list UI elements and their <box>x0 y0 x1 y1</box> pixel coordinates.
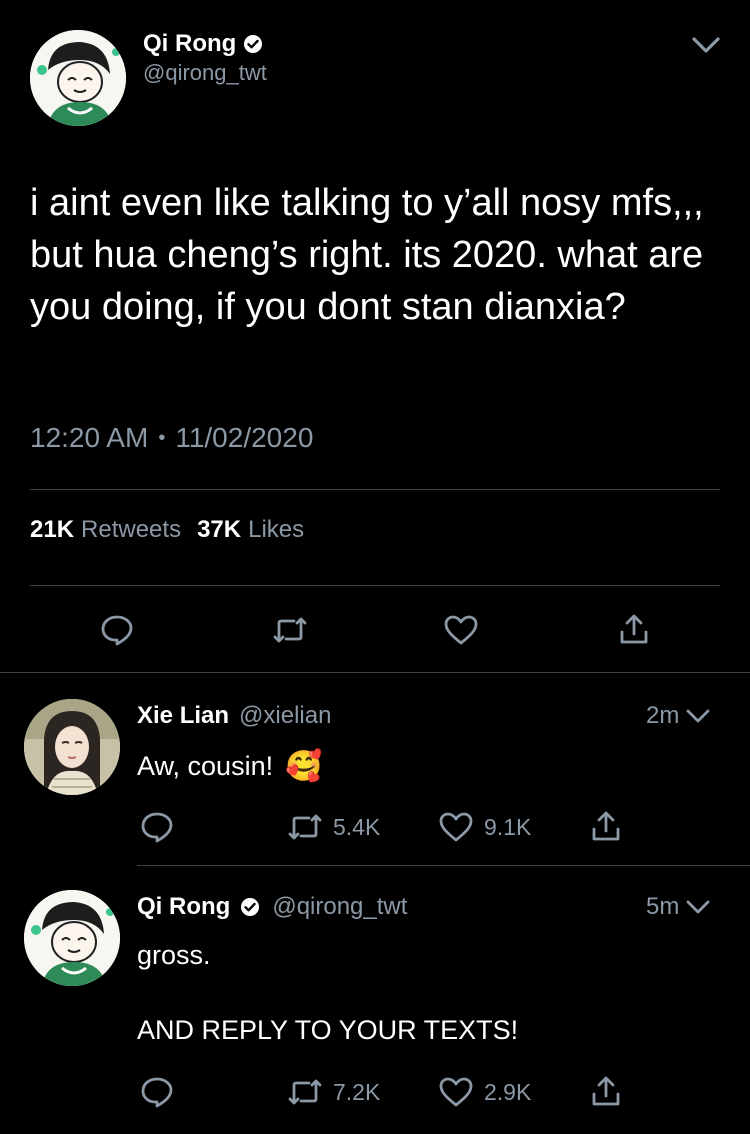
like-icon[interactable] <box>443 614 479 646</box>
retweet-button[interactable]: 5.4K <box>287 813 380 841</box>
divider <box>30 585 720 586</box>
smiling-face-with-hearts-emoji: 🥰 <box>285 749 323 783</box>
reply-text-line: AND REPLY TO YOUR TEXTS! <box>137 1015 519 1045</box>
avatar[interactable] <box>24 699 120 795</box>
like-icon <box>438 811 474 843</box>
retweet-icon[interactable] <box>272 616 308 644</box>
reply-button[interactable] <box>140 811 174 843</box>
retweet-icon <box>287 1078 323 1106</box>
divider <box>30 489 720 490</box>
like-button[interactable]: 9.1K <box>438 811 531 843</box>
reply-age: 2m <box>646 702 680 729</box>
verified-badge-icon <box>240 897 260 917</box>
reply-icon <box>140 811 174 843</box>
chevron-down-icon[interactable] <box>685 898 711 916</box>
retweet-count: 7.2K <box>333 1078 381 1105</box>
xie-lian-avatar-image <box>24 699 120 795</box>
share-button[interactable] <box>590 1074 622 1108</box>
reply-icon <box>140 1076 174 1108</box>
retweets-label[interactable]: Retweets <box>81 516 181 544</box>
reply-author-handle[interactable]: @qirong_twt <box>272 893 407 921</box>
qi-rong-avatar-image <box>24 890 120 986</box>
reply-icon[interactable] <box>100 614 134 646</box>
divider <box>137 865 750 866</box>
like-count: 9.1K <box>484 813 532 840</box>
share-button[interactable] <box>590 809 622 843</box>
reply-author-name[interactable]: Xie Lian <box>137 702 229 730</box>
share-icon[interactable] <box>618 612 650 646</box>
verified-badge-icon <box>243 34 263 54</box>
reply-age: 5m <box>646 893 680 920</box>
tweet-text: i aint even like talking to y’all nosy m… <box>30 182 704 328</box>
qi-rong-avatar-image <box>30 30 126 126</box>
share-icon <box>590 1074 622 1108</box>
like-count: 2.9K <box>484 1078 532 1105</box>
avatar[interactable] <box>30 30 126 126</box>
share-icon <box>590 809 622 843</box>
retweet-button[interactable]: 7.2K <box>287 1078 380 1106</box>
retweet-count: 5.4K <box>333 813 381 840</box>
reply-author-name[interactable]: Qi Rong <box>137 893 230 921</box>
likes-count[interactable]: 37K <box>197 516 241 544</box>
like-button[interactable]: 2.9K <box>438 1076 531 1108</box>
reply-text: Aw, cousin! <box>137 750 274 781</box>
tweet-time: 12:20 AM <box>30 422 149 453</box>
chevron-down-icon[interactable] <box>685 707 711 725</box>
tweet-timestamp: 12:20 AM • 11/02/2020 <box>30 418 313 458</box>
divider <box>0 672 750 673</box>
avatar[interactable] <box>24 890 120 986</box>
author-handle[interactable]: @qirong_twt <box>143 60 267 86</box>
reply-text-line: gross. <box>137 940 211 970</box>
likes-label[interactable]: Likes <box>248 516 304 544</box>
tweet-date: 11/02/2020 <box>175 422 314 453</box>
retweet-icon <box>287 813 323 841</box>
author-name[interactable]: Qi Rong <box>143 30 236 58</box>
reply-author-handle[interactable]: @xielian <box>239 702 331 730</box>
timestamp-separator: • <box>158 426 166 449</box>
retweets-count[interactable]: 21K <box>30 516 74 544</box>
chevron-down-icon[interactable] <box>690 34 722 56</box>
like-icon <box>438 1076 474 1108</box>
tweet-stats: 21K Retweets 37K Likes <box>30 512 304 548</box>
reply-button[interactable] <box>140 1076 174 1108</box>
